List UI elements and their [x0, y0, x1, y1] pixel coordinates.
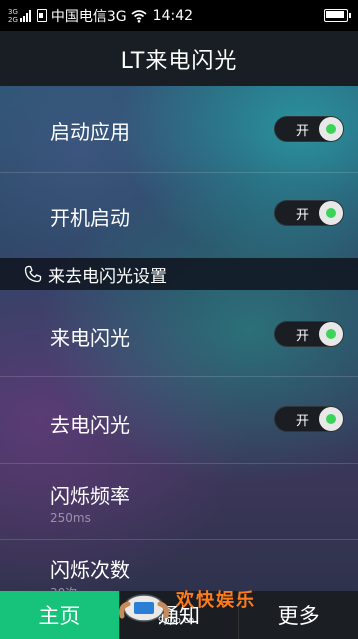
page-title: LT来电闪光: [120, 48, 238, 74]
section-title: 来去电闪光设置: [48, 266, 167, 287]
setting-label: 开机启动: [50, 206, 130, 230]
phone-icon: [24, 265, 42, 283]
toggle-knob: [319, 322, 343, 346]
setting-row-incoming-flash[interactable]: 来电闪光 开: [0, 290, 358, 377]
setting-label: 来电闪光: [50, 326, 130, 350]
outgoing-flash-toggle[interactable]: 开: [274, 406, 344, 432]
tab-label: 主页: [38, 604, 81, 628]
toggle-knob: [319, 201, 343, 225]
toggle-text: 开: [296, 124, 310, 139]
setting-label: 闪烁次数: [50, 558, 130, 582]
incoming-flash-toggle[interactable]: 开: [274, 321, 344, 347]
watermark-subtext: 9ppp.cn: [158, 616, 195, 626]
setting-row-outgoing-flash[interactable]: 去电闪光 开: [0, 376, 358, 464]
app-title-bar: LT来电闪光: [0, 31, 358, 86]
status-bar: 3G 2G 中国电信3G 14:42: [0, 0, 358, 31]
setting-label: 去电闪光: [50, 413, 130, 437]
wifi-icon: [131, 9, 147, 23]
network-type-bottom: 2G: [8, 15, 18, 24]
boot-start-toggle[interactable]: 开: [274, 200, 344, 226]
watermark-logo: 欢快娱乐 9ppp.cn: [118, 582, 268, 632]
clock: 14:42: [152, 7, 194, 24]
signal-icon: [19, 9, 31, 22]
setting-value: 250ms: [50, 511, 91, 525]
toggle-text: 开: [296, 414, 310, 429]
watermark-text: 欢快娱乐: [176, 590, 256, 611]
carrier-name: 中国电信3G: [50, 8, 127, 25]
setting-row-startup-app[interactable]: 启动应用 开: [0, 86, 358, 173]
setting-row-flash-frequency[interactable]: 闪烁频率 250ms: [0, 463, 358, 540]
network-type-top: 3G: [8, 7, 18, 16]
sim-icon: [36, 9, 47, 22]
toggle-knob: [319, 117, 343, 141]
toggle-text: 开: [296, 208, 310, 223]
battery-icon: [324, 9, 351, 22]
toggle-knob: [319, 407, 343, 431]
tab-label: 更多: [277, 604, 320, 628]
setting-label: 闪烁频率: [50, 484, 130, 508]
setting-label: 启动应用: [50, 120, 130, 144]
network-type: 3G 2G: [8, 8, 18, 24]
startup-app-toggle[interactable]: 开: [274, 116, 344, 142]
toggle-text: 开: [296, 329, 310, 344]
tab-home[interactable]: 主页: [0, 591, 119, 639]
setting-row-boot-start[interactable]: 开机启动 开: [0, 172, 358, 258]
section-header: 来去电闪光设置: [0, 258, 358, 290]
